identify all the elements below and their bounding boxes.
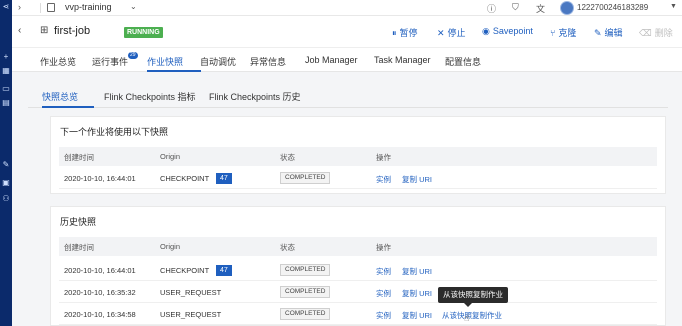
delete-icon: ⌫: [639, 28, 652, 38]
col-header-origin: Origin: [160, 242, 181, 251]
tooltip: 从该快照复制作业: [438, 287, 508, 307]
table-header: 创建时间 Origin 状态 操作: [59, 237, 657, 256]
job-header: ‹ ⊞ first-job RUNNING ⏸ 暂停 ✕ 停止 ◉ Savepoint…: [12, 16, 682, 48]
table-row: 2020-10-10, 16:44:01 CHECKPOINT 47 COMPL…: [59, 260, 657, 281]
cell-time: 2020-10-10, 16:35:32: [64, 288, 136, 297]
table-row: 2020-10-10, 16:44:01 CHECKPOINT 47 COMPL…: [59, 168, 657, 189]
stop-button[interactable]: ✕ 停止: [437, 26, 466, 39]
status-badge: COMPLETED: [280, 308, 331, 320]
stop-icon: ✕: [437, 28, 445, 38]
copy-uri-link[interactable]: 复制 URI: [402, 174, 432, 185]
savepoint-button[interactable]: ◉ Savepoint: [482, 26, 533, 37]
camera-icon: ◉: [482, 26, 490, 36]
card-title: 历史快照: [60, 217, 97, 227]
status-badge: COMPLETED: [280, 172, 331, 184]
col-header-status: 状态: [280, 153, 295, 162]
add-icon[interactable]: +: [1, 52, 11, 62]
monitor-icon[interactable]: ▭: [1, 84, 11, 94]
tab-task-manager[interactable]: Task Manager: [374, 55, 431, 65]
edit-icon[interactable]: ✎: [1, 160, 11, 170]
cell-time: 2020-10-10, 16:34:58: [64, 310, 136, 319]
cell-origin: CHECKPOINT: [160, 266, 210, 275]
chevron-right-icon[interactable]: ›: [18, 2, 21, 12]
cell-time: 2020-10-10, 16:44:01: [64, 266, 136, 275]
workspace-icon: [47, 3, 55, 12]
instance-link[interactable]: 实例: [376, 174, 391, 185]
lock-icon[interactable]: ▣: [1, 178, 11, 188]
copy-job-from-snapshot-link[interactable]: 从该快照复制作业: [442, 310, 502, 321]
tab-events[interactable]: 运行事件: [92, 55, 128, 68]
copy-uri-link[interactable]: 复制 URI: [402, 288, 432, 299]
tab-config[interactable]: 配置信息: [445, 55, 481, 68]
cell-time: 2020-10-10, 16:44:01: [64, 174, 136, 183]
table-row: 2020-10-10, 16:35:32 USER_REQUEST COMPLE…: [59, 282, 657, 303]
checkpoint-number-badge: 47: [216, 173, 232, 184]
checkpoint-number-badge: 47: [216, 265, 232, 276]
tab-autotune[interactable]: 自动调优: [200, 55, 236, 68]
events-count-badge: 29: [128, 52, 138, 59]
help-icon[interactable]: ⓘ: [487, 2, 496, 15]
tab-exceptions[interactable]: 异常信息: [250, 55, 286, 68]
subtab-checkpoint-metrics[interactable]: Flink Checkpoints 指标: [104, 90, 196, 103]
users-icon[interactable]: ⚇: [1, 194, 11, 204]
pause-icon: ⏸: [392, 28, 397, 38]
active-subtab-indicator: [42, 106, 94, 108]
copy-uri-link[interactable]: 复制 URI: [402, 310, 432, 321]
job-name: first-job: [54, 25, 91, 37]
chevron-down-icon[interactable]: ⌄: [130, 2, 137, 11]
card-title: 下一个作业将使用以下快照: [60, 127, 169, 137]
subtab-checkpoint-history[interactable]: Flink Checkpoints 历史: [209, 90, 301, 103]
copy-uri-link[interactable]: 复制 URI: [402, 266, 432, 277]
chevron-down-icon[interactable]: ▼: [670, 3, 677, 10]
share-icon[interactable]: ⋖: [1, 2, 11, 12]
col-header-time: 创建时间: [64, 243, 94, 252]
col-header-time: 创建时间: [64, 153, 94, 162]
left-rail: ⋖ + ▦ ▭ ▤ ✎ ▣ ⚇: [0, 0, 12, 326]
edit-icon: ✎: [594, 28, 602, 38]
col-header-status: 状态: [280, 243, 295, 252]
subtab-snapshot-overview[interactable]: 快照总览: [42, 90, 78, 103]
tab-job-manager[interactable]: Job Manager: [305, 55, 358, 65]
top-bar: › vvp-training ⌄ ⓘ ⛉ 文 1222700246183289 …: [12, 0, 682, 16]
next-snapshot-card: 下一个作业将使用以下快照 创建时间 Origin 状态 操作 2020-10-1…: [50, 116, 666, 194]
tab-overview[interactable]: 作业总览: [40, 55, 76, 68]
history-snapshot-card: 历史快照 创建时间 Origin 状态 操作 2020-10-10, 16:44…: [50, 206, 666, 326]
cell-origin: USER_REQUEST: [160, 288, 222, 297]
instance-link[interactable]: 实例: [376, 266, 391, 277]
job-icon: ⊞: [40, 25, 49, 36]
divider: [40, 3, 41, 13]
back-icon[interactable]: ‹: [18, 25, 21, 36]
status-badge: RUNNING: [124, 27, 163, 38]
instance-link[interactable]: 实例: [376, 288, 391, 299]
grid-icon[interactable]: ▦: [1, 66, 11, 76]
book-icon[interactable]: ▤: [1, 98, 11, 108]
edit-button[interactable]: ✎ 编辑: [594, 26, 623, 39]
col-header-origin: Origin: [160, 152, 181, 161]
translate-icon[interactable]: 文: [536, 2, 545, 15]
cell-origin: USER_REQUEST: [160, 310, 222, 319]
pause-button[interactable]: ⏸ 暂停: [392, 26, 418, 39]
instance-link[interactable]: 实例: [376, 310, 391, 321]
table-row: 2020-10-10, 16:34:58 USER_REQUEST COMPLE…: [59, 304, 657, 325]
user-id[interactable]: 1222700246183289: [577, 3, 648, 12]
tab-snapshots[interactable]: 作业快照: [147, 55, 183, 68]
table-header: 创建时间 Origin 状态 操作: [59, 147, 657, 166]
col-header-actions: 操作: [376, 243, 391, 252]
cell-origin: CHECKPOINT: [160, 174, 210, 183]
mouse-cursor-icon: ☝: [464, 313, 470, 323]
status-badge: COMPLETED: [280, 286, 331, 298]
snapshot-subtabs: 快照总览 Flink Checkpoints 指标 Flink Checkpoi…: [28, 84, 668, 108]
avatar[interactable]: [560, 1, 574, 15]
clone-button[interactable]: ⑂ 克隆: [550, 26, 576, 39]
status-badge: COMPLETED: [280, 264, 331, 276]
clone-icon: ⑂: [550, 28, 556, 38]
workspace-selector[interactable]: vvp-training: [65, 2, 112, 12]
job-tabs: 作业总览 运行事件 29 作业快照 自动调优 异常信息 Job Manager …: [12, 48, 682, 72]
shirt-icon[interactable]: ⛉: [512, 2, 519, 13]
delete-button[interactable]: ⌫ 删除: [639, 26, 673, 39]
col-header-actions: 操作: [376, 153, 391, 162]
